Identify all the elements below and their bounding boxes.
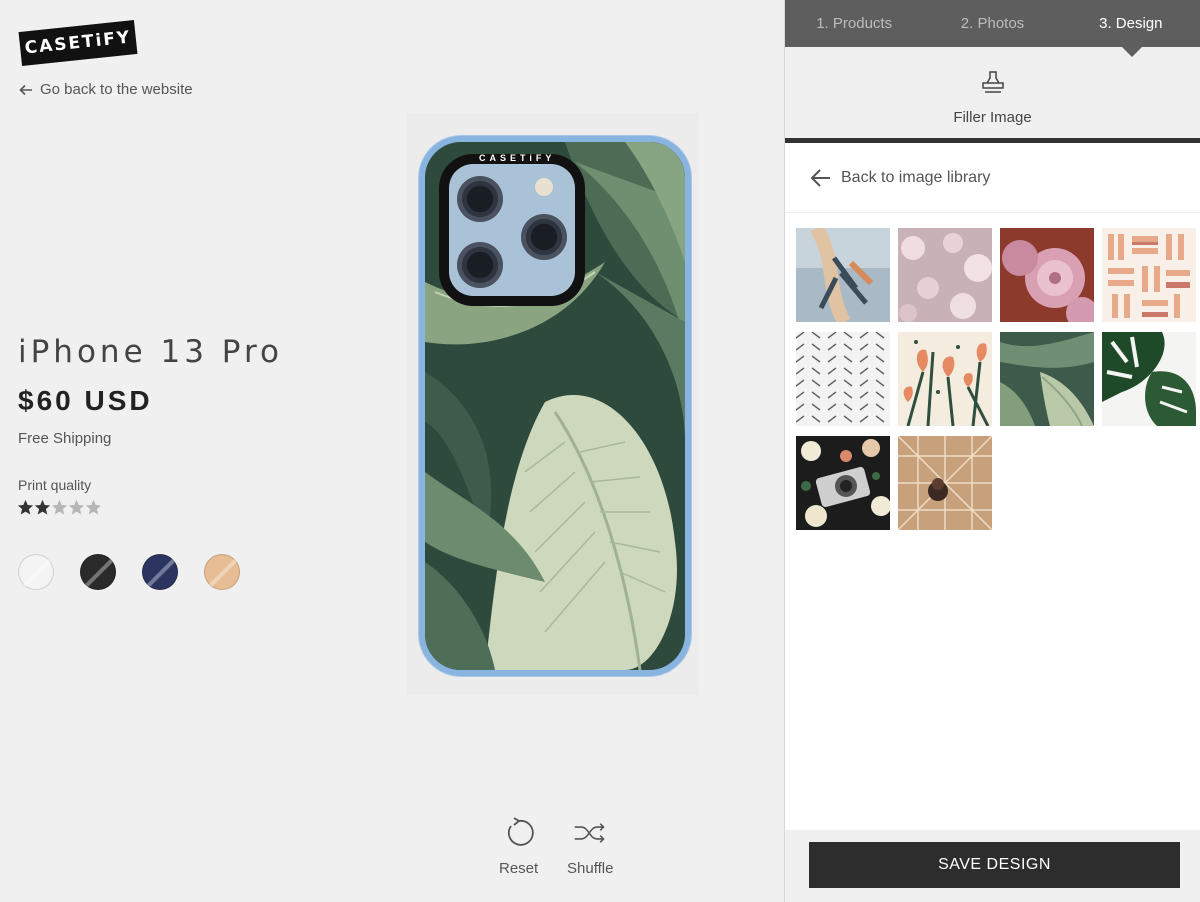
camera-lens: [521, 214, 567, 260]
image-library-grid: [796, 228, 1196, 530]
color-swatch-clear[interactable]: [18, 554, 54, 590]
reset-button[interactable]: Reset: [499, 816, 538, 877]
thumbnail-herringbone-pattern[interactable]: [796, 332, 890, 426]
thumbnail-feather-hanging[interactable]: [796, 228, 890, 322]
camera-brand-text: CASETiFY: [479, 153, 556, 163]
shipping-info: Free Shipping: [18, 430, 112, 447]
go-back-link[interactable]: Go back to the website: [18, 81, 193, 98]
camera-module: CASETiFY: [439, 153, 585, 306]
design-panel: 1. Products 2. Photos 3. Design Filler I…: [784, 0, 1200, 902]
camera-lens: [457, 242, 503, 288]
shuffle-label: Shuffle: [567, 860, 614, 877]
shuffle-button[interactable]: Shuffle: [567, 816, 613, 877]
color-swatches: [18, 554, 240, 590]
save-design-button[interactable]: SAVE DESIGN: [809, 842, 1180, 888]
thumbnail-geometric-strokes[interactable]: [1102, 228, 1196, 322]
color-swatch-navy[interactable]: [142, 554, 178, 590]
print-quality-label: Print quality: [18, 477, 92, 493]
color-swatch-black[interactable]: [80, 554, 116, 590]
shuffle-icon: [574, 823, 605, 843]
product-title: iPhone 13 Pro: [18, 334, 283, 370]
tab-products[interactable]: 1. Products: [785, 0, 923, 47]
casetify-logo[interactable]: CASETiFY: [18, 20, 138, 66]
color-swatch-peach[interactable]: [204, 554, 240, 590]
print-quality-stars: [17, 499, 102, 516]
go-back-label: Go back to the website: [40, 81, 193, 98]
arrow-left-icon: [810, 168, 830, 187]
arrow-left-icon: [19, 84, 32, 95]
thumbnail-camera-floral[interactable]: [796, 436, 890, 530]
thumbnail-banana-leaves[interactable]: [1000, 332, 1094, 426]
thumbnail-bokeh-lights[interactable]: [898, 228, 992, 322]
step-tabs: 1. Products 2. Photos 3. Design: [785, 0, 1200, 57]
tab-photos[interactable]: 2. Photos: [923, 0, 1061, 47]
camera-flash: [535, 178, 553, 196]
thumbnail-monstera-leaves[interactable]: [1102, 332, 1196, 426]
star-empty-icon: [68, 499, 85, 515]
reset-label: Reset: [499, 860, 539, 877]
back-to-library-label: Back to image library: [841, 168, 991, 186]
panel-footer: SAVE DESIGN: [785, 830, 1200, 902]
star-empty-icon: [85, 499, 102, 515]
thumbnail-golden-pattern[interactable]: [898, 436, 992, 530]
star-empty-icon: [51, 499, 68, 515]
back-to-library-link[interactable]: Back to image library: [785, 143, 1200, 213]
reset-icon: [507, 817, 534, 846]
star-filled-icon: [17, 499, 34, 515]
active-tab-caret: [1122, 47, 1142, 57]
product-price: $60 USD: [18, 385, 153, 416]
thumbnail-orange-floral[interactable]: [898, 332, 992, 426]
thumbnail-pink-flowers[interactable]: [1000, 228, 1094, 322]
phone-case-preview[interactable]: CASETiFY: [419, 136, 691, 676]
stamp-icon: [981, 71, 1004, 93]
tab-design[interactable]: 3. Design: [1062, 0, 1200, 47]
filler-image-section[interactable]: Filler Image: [785, 47, 1200, 143]
filler-image-label: Filler Image: [953, 109, 1032, 126]
camera-lens: [457, 176, 503, 222]
star-filled-icon: [34, 499, 51, 515]
